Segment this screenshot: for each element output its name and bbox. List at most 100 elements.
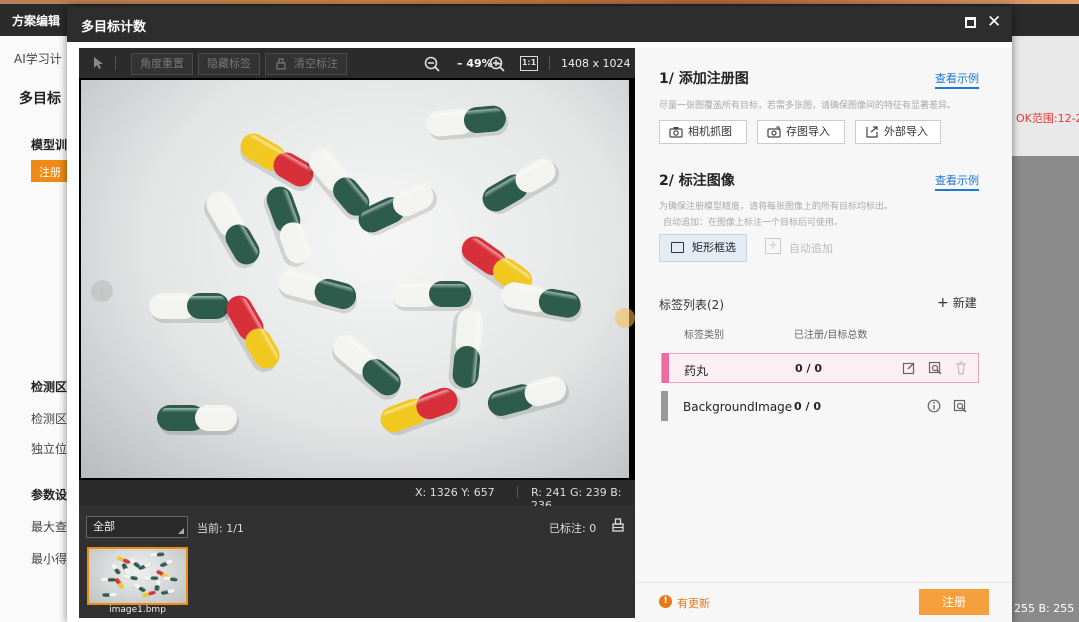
- section2-hint-1: 为确保注册模型精度，请将每张图像上的所有目标均标出。: [659, 202, 894, 212]
- new-label-button[interactable]: + 新建: [937, 294, 977, 311]
- capsule: [121, 563, 130, 575]
- view-example-link-2[interactable]: 查看示例: [935, 172, 979, 191]
- external-import-icon: [866, 126, 878, 138]
- capsule: [332, 334, 401, 400]
- capsule: [114, 578, 125, 589]
- hide-labels-button[interactable]: 隐藏标签: [198, 53, 260, 75]
- clear-all-icon[interactable]: [611, 518, 625, 532]
- maximize-icon[interactable]: [965, 17, 976, 28]
- label-row-pill[interactable]: 药丸 0 / 0: [661, 353, 979, 383]
- bg-image-preview: [1012, 156, 1079, 622]
- update-note-text: 有更新: [677, 597, 710, 610]
- auto-add-icon: +: [765, 238, 781, 254]
- image-filter-select[interactable]: 全部: [86, 516, 188, 538]
- edit-icon[interactable]: [902, 361, 916, 375]
- range-status: OK范围:12-20: [1016, 112, 1079, 125]
- panel-footer: ! 有更新 注册: [635, 582, 1012, 622]
- view-example-link-1[interactable]: 查看示例: [935, 70, 979, 89]
- info-icon[interactable]: [927, 399, 941, 413]
- capsule: [133, 583, 146, 593]
- multi-target-count-dialog: 多目标计数 ✕ 角度重置 隐藏标签 清空标注 – 49% – 1:1 1408 …: [67, 6, 1012, 622]
- section2-title: 2/ 标注图像: [659, 173, 735, 189]
- bg-register-button[interactable]: 注册: [31, 160, 71, 182]
- image-canvas[interactable]: ‹: [79, 78, 635, 480]
- auto-add-button[interactable]: + 自动追加: [765, 238, 833, 256]
- capsule: [117, 556, 131, 565]
- import-saved-button[interactable]: 存图导入: [757, 120, 845, 144]
- camera-capture-label: 相机抓图: [688, 125, 732, 138]
- thumbnail-filename: image1.bmp: [109, 605, 166, 615]
- capsule: [138, 563, 153, 571]
- viewer-toolbar: 角度重置 隐藏标签 清空标注 – 49% – 1:1 1408 x 1024: [79, 48, 635, 78]
- register-button[interactable]: 注册: [919, 589, 989, 615]
- section1-title: 1/ 添加注册图: [659, 71, 749, 87]
- capsule: [163, 576, 178, 582]
- settings-panel: 1/ 添加注册图 查看示例 尽量一张图覆盖所有目标，若需多张图，请确保图像间的特…: [635, 48, 1012, 622]
- actual-size-button[interactable]: 1:1: [520, 56, 538, 71]
- delete-icon[interactable]: [954, 361, 968, 375]
- capsule: [161, 589, 176, 596]
- current-index: 当前: 1/1: [197, 522, 244, 535]
- labeled-count: 已标注: 0: [549, 522, 597, 535]
- image-viewer: 角度重置 隐藏标签 清空标注 – 49% – 1:1 1408 x 1024 ‹…: [79, 48, 635, 618]
- locate-icon[interactable]: [928, 361, 942, 375]
- select-cursor-icon[interactable]: [93, 56, 105, 70]
- external-import-label: 外部导入: [884, 125, 928, 138]
- dialog-titlebar: 多目标计数 ✕: [67, 6, 1012, 42]
- clear-labels-button[interactable]: 清空标注: [265, 53, 347, 75]
- angle-reset-button[interactable]: 角度重置: [131, 53, 193, 75]
- capsule: [277, 269, 357, 314]
- detect-area-item[interactable]: 检测区: [31, 410, 71, 427]
- update-notice[interactable]: ! 有更新: [659, 595, 710, 611]
- previous-image-arrow[interactable]: ‹: [91, 280, 113, 302]
- col-count: 已注册/目标总数: [794, 330, 868, 341]
- app-left-panel: AI学习计 多目标 模型训 检测区 检测区 独立位置 参数设 最大查 最小得: [0, 36, 72, 622]
- image-import-icon: [767, 126, 781, 138]
- image-thumbnail[interactable]: [87, 547, 188, 605]
- locate-icon[interactable]: [953, 399, 967, 413]
- close-icon[interactable]: ✕: [987, 12, 1001, 32]
- capsule: [149, 293, 231, 323]
- capsule: [263, 186, 312, 267]
- zoom-out-icon[interactable]: [424, 56, 440, 72]
- ai-plan-label: AI学习计: [14, 52, 62, 66]
- bg-rgb-readout: 255 B: 255: [1014, 602, 1075, 615]
- detect-area-section: 检测区: [31, 380, 68, 394]
- col-category: 标签类别: [684, 330, 724, 341]
- label-count: 0 / 0: [795, 362, 822, 375]
- new-label-text: 新建: [952, 296, 977, 310]
- zoom-in-icon[interactable]: [489, 56, 505, 72]
- capsule: [482, 158, 560, 214]
- camera-capture-button[interactable]: 相机抓图: [659, 120, 747, 144]
- label-row-background[interactable]: BackgroundImage 0 / 0: [661, 391, 979, 422]
- pill-photo[interactable]: ‹: [81, 80, 629, 478]
- toolbar-divider: [115, 56, 116, 70]
- app-title: 方案编辑: [12, 14, 61, 28]
- capsule: [123, 574, 138, 581]
- alert-icon: !: [659, 595, 672, 608]
- capsule: [150, 552, 165, 558]
- capsule: [101, 577, 116, 582]
- capsule: [224, 295, 280, 373]
- capsule: [160, 559, 174, 568]
- capsule: [448, 308, 484, 390]
- capsule: [110, 564, 121, 575]
- max-search-item: 最大查: [31, 520, 68, 534]
- plus-icon: +: [937, 295, 949, 311]
- capsules-image: [149, 105, 582, 436]
- info-divider: [517, 486, 518, 498]
- app-heading: 多目标: [19, 91, 61, 107]
- label-list-title: 标签列表(2): [659, 298, 724, 312]
- section1-hint: 尽量一张图覆盖所有目标，若需多张图，请确保图像间的特征有显著差异。: [659, 101, 957, 111]
- capsule: [204, 191, 260, 269]
- rectangle-select-button[interactable]: 矩形框选: [659, 234, 747, 262]
- capsule: [501, 282, 582, 322]
- capsule: [391, 281, 473, 311]
- cursor-coordinates: X: 1326 Y: 657: [415, 486, 495, 499]
- independent-position-item[interactable]: 独立位置: [31, 440, 71, 457]
- label-color-swatch: [662, 353, 669, 383]
- capsule: [157, 405, 239, 435]
- label-name: 药丸: [684, 364, 709, 378]
- capsule: [143, 576, 159, 581]
- external-import-button[interactable]: 外部导入: [855, 120, 941, 144]
